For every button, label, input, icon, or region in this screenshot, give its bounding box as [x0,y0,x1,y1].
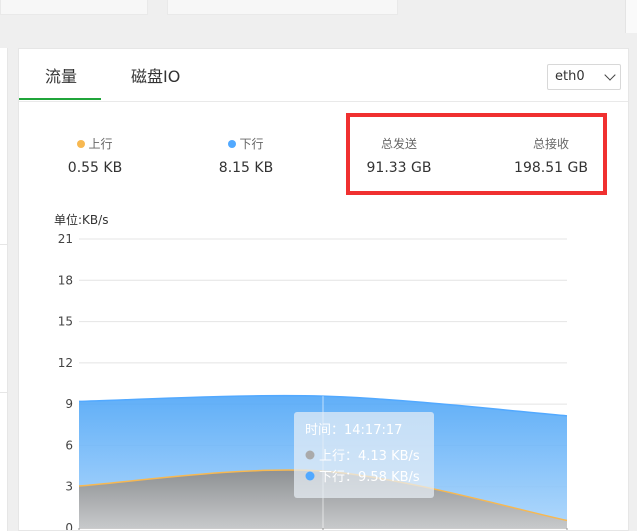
tooltip-down: 下行：9.58 KB/s [319,470,420,485]
traffic-panel: 流量 磁盘IO eth0 上行 0.55 KB 下行 8.15 KB 总发送 9… [18,48,629,531]
left-panel-edge [0,48,8,531]
y-tick-label: 9 [65,397,73,411]
y-tick-label: 21 [58,232,73,246]
tooltip-down-dot [305,471,315,481]
interface-select-value: eth0 [555,69,585,84]
tab-bar: 流量 磁盘IO eth0 [19,49,628,102]
stat-download-value: 8.15 KB [218,160,274,176]
tooltip-up-dot [305,450,315,460]
y-tick-label: 18 [58,273,73,287]
stat-upload-label: 上行 [88,137,113,151]
y-tick-label: 0 [65,521,73,530]
y-tick-label: 12 [58,356,73,370]
tab-traffic[interactable]: 流量 [45,63,77,87]
stat-download-label: 下行 [239,137,264,151]
stat-upload-value: 0.55 KB [67,160,123,176]
tooltip-up: 上行：4.13 KB/s [319,449,420,464]
tab-disk-io[interactable]: 磁盘IO [131,63,180,87]
y-tick-label: 3 [65,480,73,494]
y-tick-label: 6 [65,438,73,452]
interface-select[interactable]: eth0 [547,64,621,90]
highlight-box [346,113,607,195]
download-dot-icon [228,140,237,148]
top-right-card [625,0,637,33]
chevron-down-icon [604,69,616,81]
y-tick-label: 15 [58,315,73,329]
stat-download: 下行 8.15 KB [186,136,306,176]
active-tab-indicator [19,98,101,100]
top-card-middle [167,0,398,15]
tooltip-time: 时间：14:17:17 [305,423,402,438]
stat-upload: 上行 0.55 KB [35,136,155,176]
top-card-left [0,0,148,15]
traffic-chart: 03691215182114:17:1414:17:1714:17:19时间：1… [58,232,568,530]
upload-dot-icon [77,140,86,148]
